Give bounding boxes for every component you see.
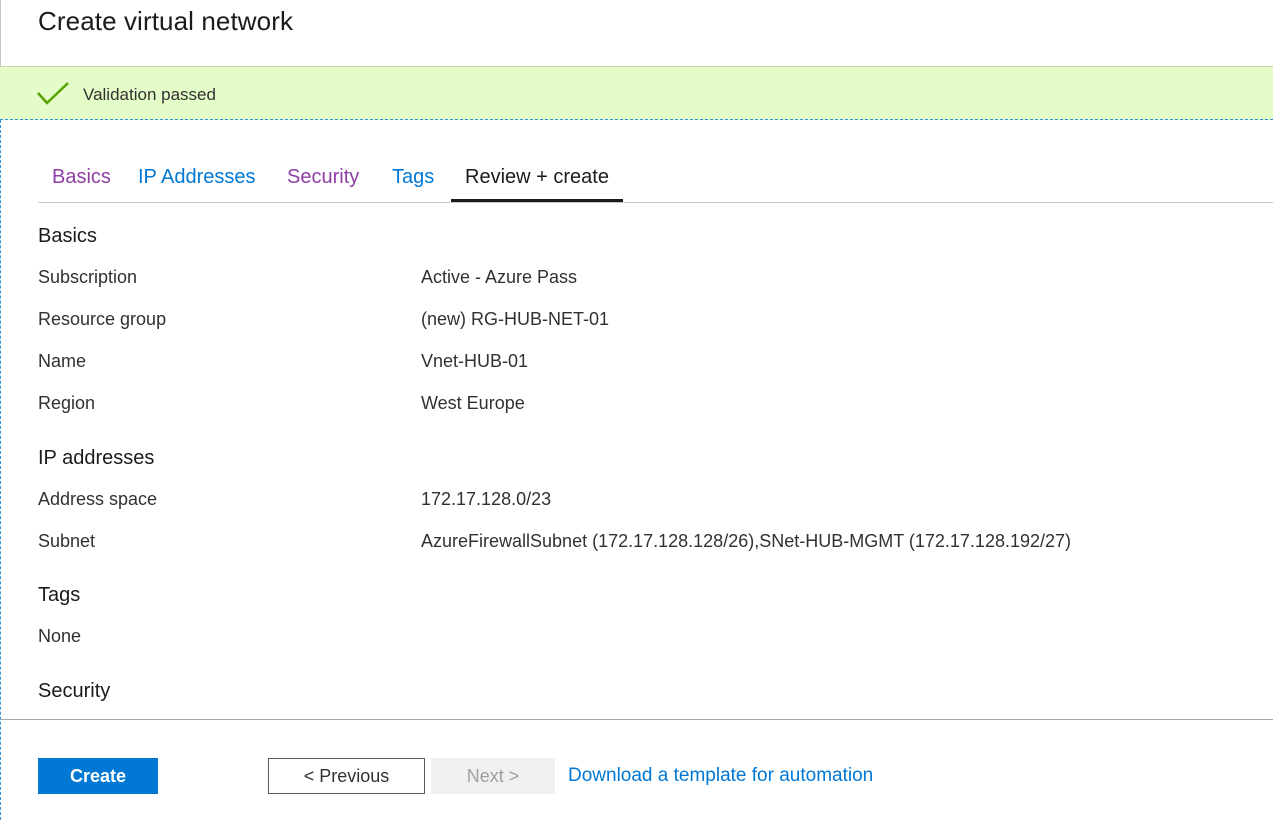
tab-basics[interactable]: Basics [38, 166, 125, 200]
validation-message: Validation passed [83, 85, 216, 104]
section-basics-heading: Basics [38, 225, 97, 247]
tags-value: None [38, 626, 82, 646]
tab-tags[interactable]: Tags [378, 166, 448, 200]
resource-group-label: Resource group [38, 309, 167, 329]
address-space-value: 172.17.128.0/23 [421, 489, 552, 509]
next-button[interactable]: Next > [431, 758, 555, 794]
download-template-link[interactable]: Download a template for automation [568, 765, 873, 787]
checkmark-icon [37, 82, 69, 105]
tab-ip-addresses[interactable]: IP Addresses [124, 166, 269, 200]
focus-outline [0, 120, 1, 820]
page-title: Create virtual network [38, 6, 294, 36]
tab-bar: Basics IP Addresses Security Tags Review… [38, 160, 1273, 203]
footer-divider [0, 719, 1273, 720]
tab-review-create[interactable]: Review + create [451, 166, 623, 202]
region-label: Region [38, 393, 96, 413]
subnet-label: Subnet [38, 531, 96, 551]
section-security-heading: Security [38, 680, 111, 702]
name-value: Vnet-HUB-01 [421, 351, 529, 371]
section-tags-heading: Tags [38, 584, 81, 606]
region-value: West Europe [421, 393, 525, 413]
resource-group-value: (new) RG-HUB-NET-01 [421, 309, 610, 329]
subnet-value: AzureFirewallSubnet (172.17.128.128/26),… [421, 531, 1072, 551]
subscription-value: Active - Azure Pass [421, 267, 578, 287]
tab-security[interactable]: Security [273, 166, 373, 200]
address-space-label: Address space [38, 489, 158, 509]
create-button[interactable]: Create [38, 758, 158, 794]
name-label: Name [38, 351, 87, 371]
previous-button[interactable]: < Previous [268, 758, 425, 794]
validation-banner: Validation passed [0, 66, 1273, 120]
subscription-label: Subscription [38, 267, 138, 287]
section-ip-heading: IP addresses [38, 447, 155, 469]
panel-edge [0, 0, 1, 66]
